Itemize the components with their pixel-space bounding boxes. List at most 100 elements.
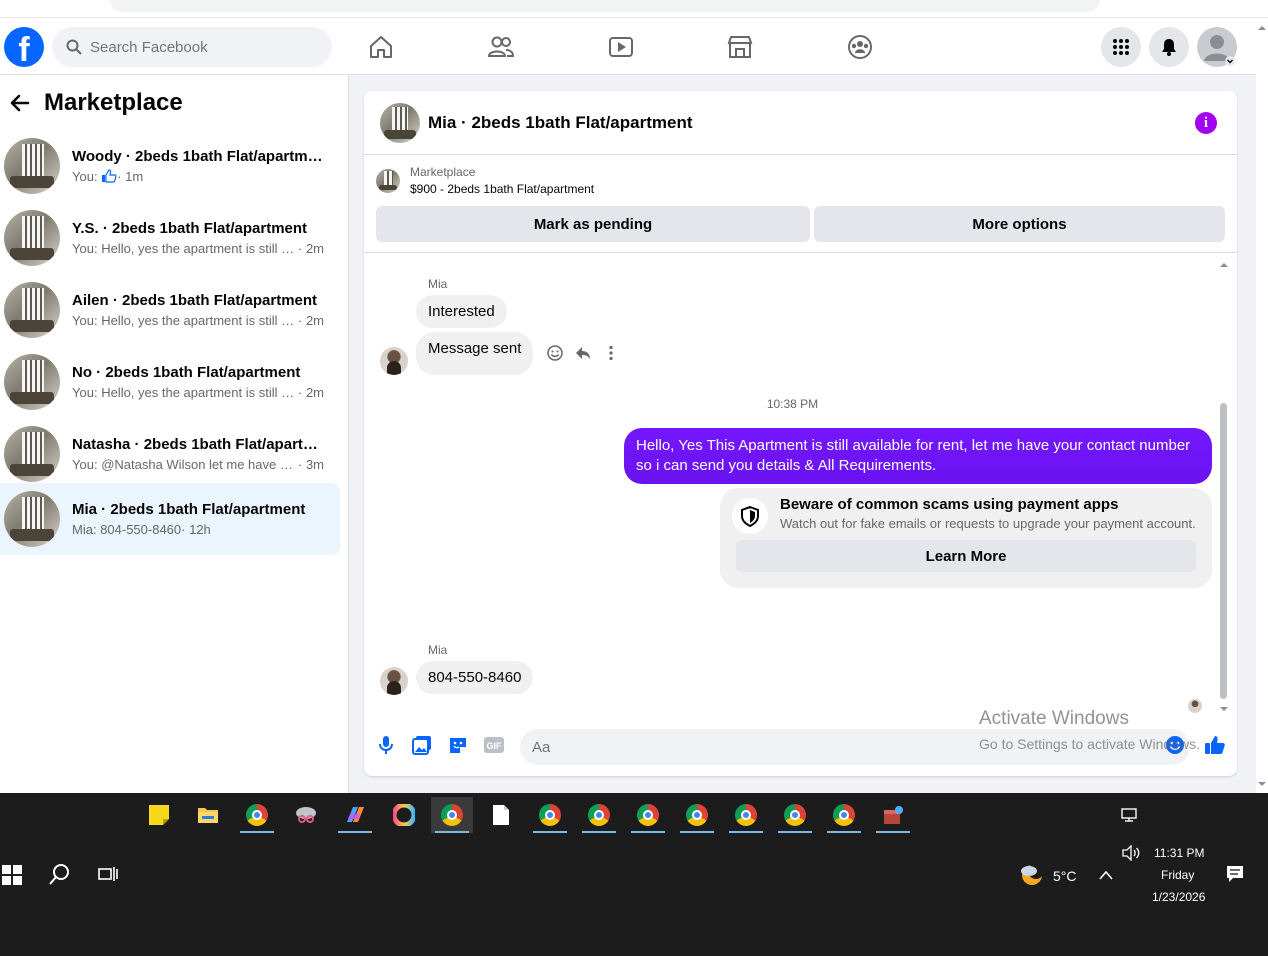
marketplace-sidebar: Marketplace Woody · 2beds 1bath Flat/apa… bbox=[0, 75, 349, 793]
conversation-prefix: You: bbox=[72, 457, 98, 472]
chrome-taskbar-icon[interactable] bbox=[627, 797, 669, 833]
sticker-icon[interactable] bbox=[447, 734, 469, 756]
scrollbar-thumb[interactable] bbox=[1220, 403, 1227, 699]
video-icon[interactable] bbox=[606, 32, 636, 62]
address-bar[interactable] bbox=[110, 0, 1100, 12]
conversation-time: · 12h bbox=[181, 522, 211, 537]
gif-icon[interactable]: GIF bbox=[483, 734, 505, 756]
page-scroll-up-icon[interactable] bbox=[1256, 24, 1268, 32]
search-input[interactable] bbox=[90, 38, 310, 56]
more-vertical-icon[interactable] bbox=[600, 342, 622, 364]
chrome-taskbar-icon[interactable] bbox=[676, 797, 718, 833]
conversation-time: · 2m bbox=[298, 385, 324, 400]
sender-avatar[interactable] bbox=[380, 347, 408, 375]
friends-icon[interactable] bbox=[486, 32, 516, 62]
chat-window: Mia · 2beds 1bath Flat/apartment i Marke… bbox=[364, 91, 1237, 776]
chrome-taskbar-icon[interactable] bbox=[774, 797, 816, 833]
profile-avatar[interactable] bbox=[1197, 27, 1237, 67]
like-send-icon[interactable] bbox=[1204, 734, 1226, 756]
start-windows-icon[interactable] bbox=[2, 865, 22, 890]
scroll-down-icon[interactable] bbox=[1219, 705, 1229, 713]
marketplace-icon[interactable] bbox=[725, 32, 755, 62]
sender-avatar[interactable] bbox=[380, 667, 408, 695]
weather-moon-icon[interactable] bbox=[1019, 862, 1045, 893]
conversation-item[interactable]: Y.S. · 2beds 1bath Flat/apartment You: H… bbox=[0, 202, 340, 274]
chrome-taskbar-icon[interactable] bbox=[529, 797, 571, 833]
notifications-bell-icon[interactable] bbox=[1149, 27, 1189, 67]
notification-center-icon[interactable] bbox=[1226, 865, 1244, 888]
message-bubble-outgoing[interactable]: Hello, Yes This Apartment is still avail… bbox=[624, 428, 1212, 484]
volume-icon[interactable] bbox=[1121, 844, 1141, 866]
react-emoji-icon[interactable] bbox=[544, 342, 566, 364]
conversation-item[interactable]: Ailen · 2beds 1bath Flat/apartment You: … bbox=[0, 274, 340, 346]
listing-bar: Marketplace $900 - 2beds 1bath Flat/apar… bbox=[364, 155, 1237, 253]
conversation-title: Mia · 2beds 1bath Flat/apartment bbox=[72, 501, 306, 518]
conversation-snippet: @Natasha Wilson let me have y... bbox=[101, 457, 295, 472]
conversation-snippet: Hello, yes the apartment is still a... bbox=[101, 313, 295, 328]
listing-price[interactable]: $900 - 2beds 1bath Flat/apartment bbox=[410, 182, 594, 196]
listing-thumbnail bbox=[4, 138, 60, 194]
message-bubble-incoming[interactable]: Interested bbox=[416, 295, 507, 328]
message-bubble-incoming[interactable]: 804-550-8460 bbox=[416, 661, 534, 694]
search-box[interactable] bbox=[52, 27, 332, 67]
conversation-prefix: Mia: bbox=[72, 522, 97, 537]
conversation-title: Woody · 2beds 1bath Flat/apartme... bbox=[72, 148, 324, 165]
message-bubble-incoming[interactable]: Message sent bbox=[416, 332, 534, 375]
learn-more-button[interactable]: Learn More bbox=[736, 540, 1196, 572]
info-icon[interactable]: i bbox=[1195, 112, 1217, 134]
back-arrow-icon[interactable] bbox=[8, 91, 32, 115]
activate-windows-watermark: Activate Windows Go to Settings to activ… bbox=[979, 708, 1200, 752]
reply-icon[interactable] bbox=[572, 342, 594, 364]
weather-temp[interactable]: 5°C bbox=[1053, 868, 1077, 884]
menu-grid-icon[interactable] bbox=[1101, 27, 1141, 67]
page-scrollbar[interactable] bbox=[1256, 18, 1268, 793]
conversation-time: · 2m bbox=[298, 313, 324, 328]
conversation-time: · 2m bbox=[298, 241, 324, 256]
show-hidden-icons-chevron[interactable] bbox=[1098, 868, 1114, 886]
chat-title[interactable]: Mia · 2beds 1bath Flat/apartment bbox=[428, 113, 693, 133]
chrome-taskbar-icon[interactable] bbox=[431, 797, 473, 833]
message-list: Mia Interested Message sent 10:38 PM Hel… bbox=[364, 253, 1237, 713]
photo-icon[interactable] bbox=[411, 734, 433, 756]
conversation-prefix: You: bbox=[72, 169, 98, 184]
groups-icon[interactable] bbox=[845, 32, 875, 62]
react-emoji-icon[interactable] bbox=[544, 430, 566, 452]
scroll-up-icon[interactable] bbox=[1219, 261, 1229, 269]
conversation-title: No · 2beds 1bath Flat/apartment bbox=[72, 364, 301, 381]
conversation-item[interactable]: Natasha · 2beds 1bath Flat/apartm... You… bbox=[0, 418, 340, 490]
mark-as-pending-button[interactable]: Mark as pending bbox=[376, 206, 810, 242]
listing-thumbnail[interactable] bbox=[380, 102, 420, 143]
copilot-icon[interactable] bbox=[334, 797, 376, 833]
conversation-time: · 1m bbox=[117, 169, 144, 184]
more-options-button[interactable]: More options bbox=[814, 206, 1225, 242]
microphone-icon[interactable] bbox=[375, 734, 397, 756]
clock-date[interactable]: 1/23/2026 bbox=[1152, 890, 1205, 904]
photos-icon[interactable] bbox=[383, 797, 425, 833]
sticky-notes-icon[interactable] bbox=[138, 797, 180, 833]
facebook-logo[interactable]: f bbox=[4, 27, 44, 67]
chrome-taskbar-icon[interactable] bbox=[578, 797, 620, 833]
conversation-item[interactable]: Woody · 2beds 1bath Flat/apartme... You:… bbox=[0, 130, 340, 202]
clock-day[interactable]: Friday bbox=[1161, 868, 1194, 882]
shield-icon bbox=[732, 498, 768, 534]
listing-thumbnail bbox=[4, 210, 60, 266]
chrome-taskbar-icon[interactable] bbox=[823, 797, 865, 833]
home-icon[interactable] bbox=[366, 32, 396, 62]
clock-time[interactable]: 11:31 PM bbox=[1154, 846, 1204, 860]
page-scroll-down-icon[interactable] bbox=[1256, 780, 1268, 788]
conversation-item[interactable]: No · 2beds 1bath Flat/apartment You: Hel… bbox=[0, 346, 340, 418]
desktop-connect-icon[interactable] bbox=[1108, 797, 1150, 833]
snipping-tool-icon[interactable] bbox=[285, 797, 327, 833]
task-view-icon[interactable] bbox=[98, 865, 118, 888]
like-thumb-icon bbox=[102, 169, 117, 183]
chrome-taskbar-icon[interactable] bbox=[725, 797, 767, 833]
file-explorer-icon[interactable] bbox=[187, 797, 229, 833]
conversation-item-active[interactable]: Mia · 2beds 1bath Flat/apartment Mia: 80… bbox=[0, 483, 340, 555]
taskbar-search-icon[interactable] bbox=[49, 863, 71, 890]
listing-thumbnail-small[interactable] bbox=[376, 168, 400, 193]
chrome-taskbar-icon[interactable] bbox=[236, 797, 278, 833]
app-box-icon[interactable] bbox=[872, 797, 914, 833]
sidebar-title: Marketplace bbox=[44, 89, 183, 116]
notepad-icon[interactable] bbox=[480, 797, 522, 833]
conversation-title: Ailen · 2beds 1bath Flat/apartment bbox=[72, 292, 318, 309]
